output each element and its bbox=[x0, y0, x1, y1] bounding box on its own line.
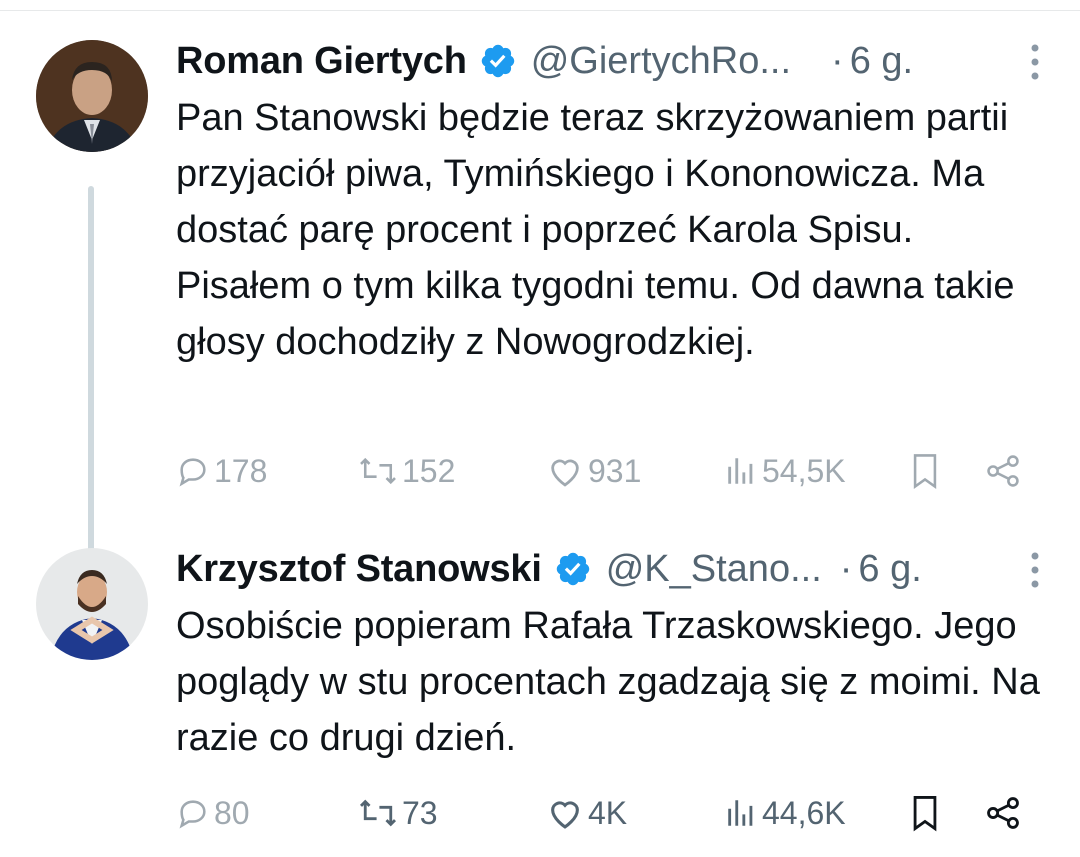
avatar[interactable] bbox=[36, 548, 148, 660]
repost-count: 73 bbox=[402, 794, 438, 831]
views-count: 54,5K bbox=[762, 452, 846, 489]
more-vertical-icon[interactable] bbox=[1020, 40, 1050, 84]
like-button[interactable]: 4K bbox=[546, 788, 627, 838]
views-button[interactable]: 54,5K bbox=[724, 446, 846, 496]
views-icon bbox=[728, 800, 753, 826]
separator-dot: · bbox=[831, 39, 844, 82]
views-icon bbox=[728, 458, 753, 484]
reply-icon bbox=[179, 458, 206, 487]
more-vertical-icon[interactable] bbox=[1020, 548, 1050, 592]
repost-button[interactable]: 73 bbox=[358, 788, 438, 838]
bookmark-button[interactable] bbox=[908, 446, 942, 496]
views-button[interactable]: 44,6K bbox=[724, 788, 846, 838]
heart-icon bbox=[551, 459, 579, 487]
bookmark-icon bbox=[913, 796, 937, 832]
like-count: 931 bbox=[588, 452, 642, 489]
share-icon bbox=[987, 455, 1019, 487]
tweet-text: Pan Stanowski będzie teraz skrzyżowaniem… bbox=[176, 97, 1015, 363]
tweet-header: Roman Giertych @GiertychRo... · 6 g. bbox=[176, 36, 1050, 86]
views-count: 44,6K bbox=[762, 794, 846, 831]
repost-icon bbox=[360, 457, 396, 485]
share-button[interactable] bbox=[984, 446, 1022, 496]
reply-button[interactable]: 178 bbox=[176, 446, 267, 496]
timestamp[interactable]: 6 g. bbox=[850, 40, 913, 83]
reply-count: 178 bbox=[214, 452, 268, 489]
repost-count: 152 bbox=[402, 452, 456, 489]
separator-dot: · bbox=[839, 547, 853, 590]
thread-view: Roman Giertych @GiertychRo... · 6 g. Pan… bbox=[0, 0, 1080, 857]
reply-icon bbox=[179, 800, 206, 829]
avatar[interactable] bbox=[36, 40, 148, 152]
author-handle[interactable]: @K_Stano... bbox=[606, 548, 822, 591]
heart-icon bbox=[551, 801, 579, 829]
author-name[interactable]: Roman Giertych bbox=[176, 40, 467, 83]
author-name[interactable]: Krzysztof Stanowski bbox=[176, 548, 542, 591]
tweet-header: Krzysztof Stanowski @K_Stano... · 6 g. bbox=[176, 544, 1050, 594]
bookmark-icon bbox=[913, 454, 937, 490]
divider bbox=[0, 10, 1080, 11]
timestamp[interactable]: 6 g. bbox=[858, 548, 921, 591]
like-button[interactable]: 931 bbox=[546, 446, 641, 496]
reply-count: 80 bbox=[214, 794, 250, 831]
like-count: 4K bbox=[588, 794, 628, 831]
share-icon bbox=[987, 797, 1019, 829]
repost-icon bbox=[359, 799, 397, 827]
author-handle[interactable]: @GiertychRo... bbox=[531, 40, 791, 83]
thread-line bbox=[88, 186, 94, 570]
verified-badge-icon bbox=[556, 552, 589, 586]
verified-badge-icon bbox=[481, 44, 514, 78]
tweet-text: Osobiście popieram Rafała Trzaskowskiego… bbox=[176, 605, 1040, 759]
reply-button[interactable]: 80 bbox=[176, 788, 250, 838]
repost-button[interactable]: 152 bbox=[358, 446, 455, 496]
bookmark-button[interactable] bbox=[908, 788, 942, 838]
share-button[interactable] bbox=[984, 788, 1022, 838]
action-bar: 178 152 931 54,5K bbox=[176, 446, 1036, 496]
action-bar: 80 73 4K 44,6K bbox=[176, 788, 1036, 838]
